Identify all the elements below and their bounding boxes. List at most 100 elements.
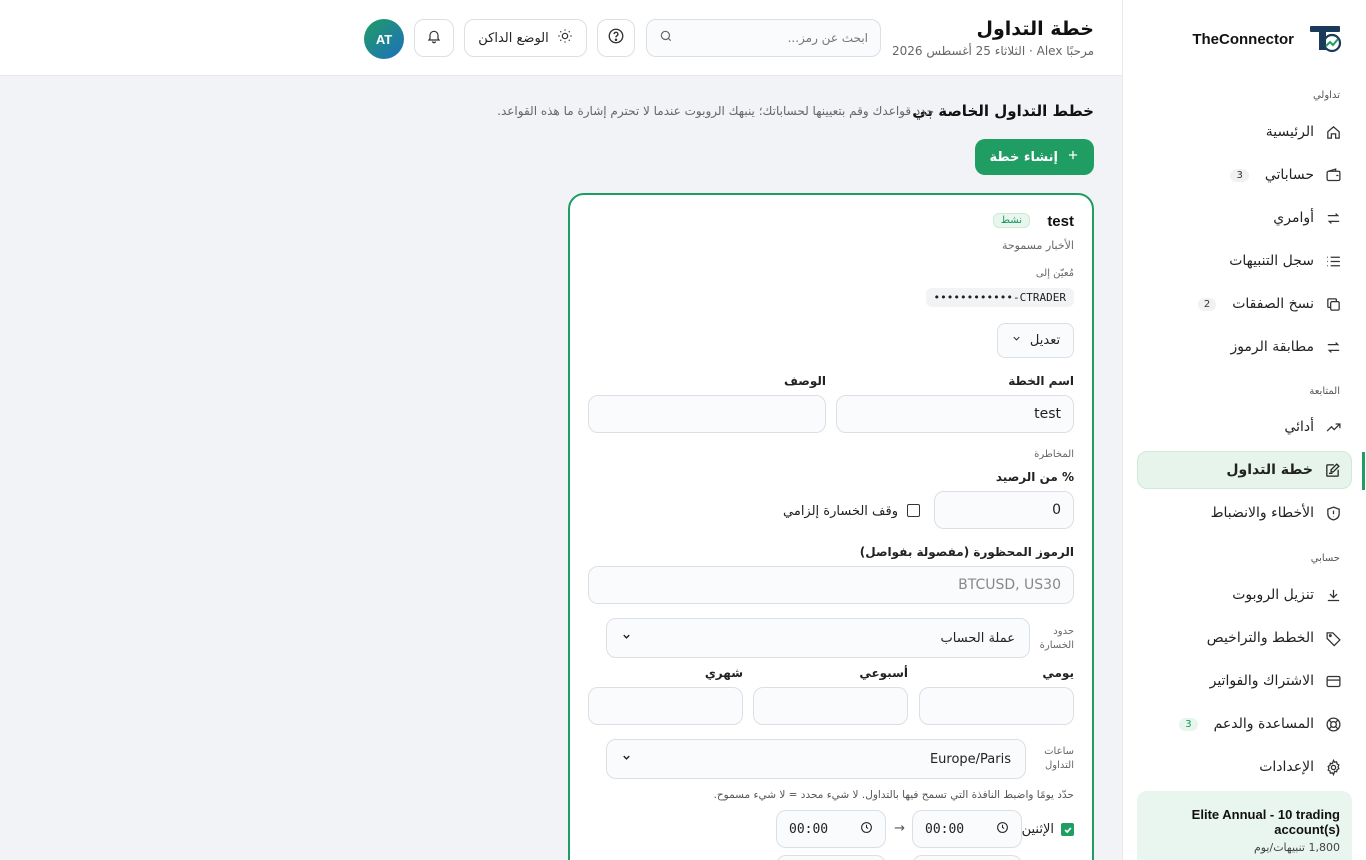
sidebar-item-download-bot[interactable]: تنزيل الروبوت [1137, 576, 1352, 614]
next-day-start-time[interactable] [912, 855, 1022, 860]
balance-percent-label: % من الرصيد [995, 470, 1074, 484]
sun-icon [557, 28, 573, 48]
lifebuoy-icon [1324, 715, 1342, 733]
plus-icon [1066, 148, 1080, 166]
plan-card: test نشط الأخبار مسموحة مُعيّن إلى •••••… [568, 193, 1094, 860]
search-icon [659, 29, 673, 47]
description-label: الوصف [783, 374, 826, 388]
list-icon [1324, 252, 1342, 270]
credit-card-icon [1324, 672, 1342, 690]
monday-start-time[interactable]: 00:00 [912, 810, 1022, 848]
greeting-date: مرحبًا Alex · الثلاثاء 25 أغسطس 2026 [892, 44, 1094, 58]
sidebar-item-errors-discipline[interactable]: الأخطاء والانضباط [1137, 494, 1352, 532]
subscription-plan-card[interactable]: Elite Annual - 10 trading account(s) 1,8… [1137, 791, 1352, 860]
monday-label: الإثنين [1021, 822, 1054, 837]
create-plan-button[interactable]: إنشاء خطة [975, 139, 1094, 175]
support-count-badge: 3 [1179, 717, 1198, 731]
wallet-icon [1324, 166, 1342, 184]
chevron-down-icon [621, 752, 632, 767]
sidebar-item-alerts-log[interactable]: سجل التنبيهات [1137, 242, 1352, 280]
risk-label: المخاطرة [1034, 449, 1074, 460]
clock-icon [996, 821, 1009, 838]
balance-percent-input[interactable] [934, 491, 1074, 529]
brand-name: TheConnector [1192, 30, 1294, 48]
home-icon [1324, 123, 1342, 141]
loss-limits-label: حدود الخسارة [1039, 626, 1074, 651]
sidebar-item-accounts[interactable]: حساباتي 3 [1137, 156, 1352, 194]
timezone-select[interactable]: Europe/Paris [606, 739, 1026, 779]
symbol-search[interactable] [646, 19, 881, 57]
notifications-button[interactable] [414, 19, 454, 57]
chevron-down-icon [621, 631, 632, 646]
trending-up-icon [1324, 418, 1342, 436]
gear-icon [1324, 758, 1342, 776]
weekly-loss-input[interactable] [753, 687, 908, 725]
monthly-loss-input[interactable] [588, 687, 743, 725]
assigned-account-chip: ••••••••••••-CTRADER [925, 288, 1074, 307]
sidebar: TheConnector تداولي الرئيسية حساباتي 3 أ… [1122, 0, 1366, 860]
loss-currency-select[interactable]: عملة الحساب [606, 618, 1030, 658]
tag-icon [1324, 629, 1342, 647]
accounts-count-badge: 3 [1230, 168, 1249, 182]
status-badge: نشط [992, 213, 1030, 228]
forbidden-symbols-input[interactable] [588, 566, 1074, 604]
monday-end-time[interactable]: 00:00 [776, 810, 886, 848]
copy-icon [1324, 295, 1342, 313]
avatar[interactable]: AT [364, 19, 404, 59]
help-button[interactable] [597, 19, 635, 57]
weekly-label: أسبوعي [859, 666, 908, 680]
dark-mode-toggle[interactable]: الوضع الداكن [464, 19, 587, 57]
edit-note-icon [1323, 461, 1341, 479]
daily-loss-input[interactable] [919, 687, 1074, 725]
plan-name: test [1047, 213, 1074, 230]
trading-hours-label: ساعات التداول [1044, 746, 1074, 771]
plan-name-input[interactable] [836, 395, 1074, 433]
next-day-end-time[interactable] [776, 855, 886, 860]
clock-icon [860, 821, 873, 838]
assigned-to-label: مُعيّن إلى [1035, 268, 1074, 279]
page-title: خطة التداول [976, 18, 1094, 40]
time-range-arrow: → [894, 821, 905, 836]
help-icon [607, 27, 625, 49]
trading-hours-hint: حدّد يومًا واضبط النافذة التي تسمح فيها … [713, 789, 1074, 801]
sidebar-item-subscription-billing[interactable]: الاشتراك والفواتير [1137, 662, 1352, 700]
monday-checkbox[interactable] [1061, 823, 1074, 836]
swap-icon [1324, 338, 1342, 356]
chevron-down-icon [1011, 333, 1022, 348]
news-allowed-text: الأخبار مسموحة [1001, 239, 1074, 252]
daily-label: يومي [1042, 666, 1074, 680]
section-label-account: حسابي [1310, 553, 1340, 564]
sidebar-item-trading-plan[interactable]: خطة التداول [1137, 451, 1365, 490]
sidebar-item-orders[interactable]: أوامري [1137, 199, 1352, 237]
section-label-trading: تداولي [1312, 90, 1340, 101]
shield-icon [1324, 504, 1342, 522]
section-label-tracking: المتابعة [1309, 386, 1340, 397]
sidebar-item-help-support[interactable]: المساعدة والدعم 3 [1137, 705, 1352, 743]
sidebar-item-home[interactable]: الرئيسية [1137, 113, 1352, 151]
sidebar-item-copy-trades[interactable]: نسخ الصفقات 2 [1137, 285, 1352, 323]
plan-alerts-limit: 1,800 تنبيهات/يوم [1253, 841, 1340, 854]
top-header: خطة التداول مرحبًا Alex · الثلاثاء 25 أغ… [0, 0, 1122, 76]
sidebar-item-settings[interactable]: الإعدادات [1137, 748, 1352, 786]
mandatory-sl-label: وقف الخسارة إلزامي [783, 504, 898, 519]
swap-icon [1324, 209, 1342, 227]
monthly-label: شهري [704, 666, 743, 680]
search-input[interactable] [681, 31, 868, 45]
download-icon [1324, 586, 1342, 604]
section-title: خطط التداول الخاصة بي [912, 102, 1094, 120]
edit-plan-button[interactable]: تعديل [997, 323, 1074, 358]
copy-trades-count-badge: 2 [1197, 297, 1217, 311]
description-input[interactable] [588, 395, 826, 433]
section-description: حدد قواعدك وقم بتعيينها لحساباتك؛ ينبهك … [497, 104, 934, 118]
sidebar-item-performance[interactable]: أدائي [1137, 408, 1352, 446]
bell-icon [426, 28, 442, 48]
mandatory-sl-checkbox[interactable] [907, 504, 920, 517]
sidebar-item-symbol-mapping[interactable]: مطابقة الرموز [1137, 328, 1352, 366]
plan-title: Elite Annual - 10 trading account(s) [1191, 807, 1340, 837]
forbidden-symbols-label: الرموز المحظورة (مفصولة بفواصل) [859, 545, 1074, 559]
sidebar-item-plans-licenses[interactable]: الخطط والتراخيص [1137, 619, 1352, 657]
logo-icon [1304, 24, 1344, 54]
brand[interactable]: TheConnector [1192, 24, 1344, 54]
plan-name-label: اسم الخطة [1008, 374, 1074, 388]
dark-mode-label: الوضع الداكن [478, 30, 549, 46]
